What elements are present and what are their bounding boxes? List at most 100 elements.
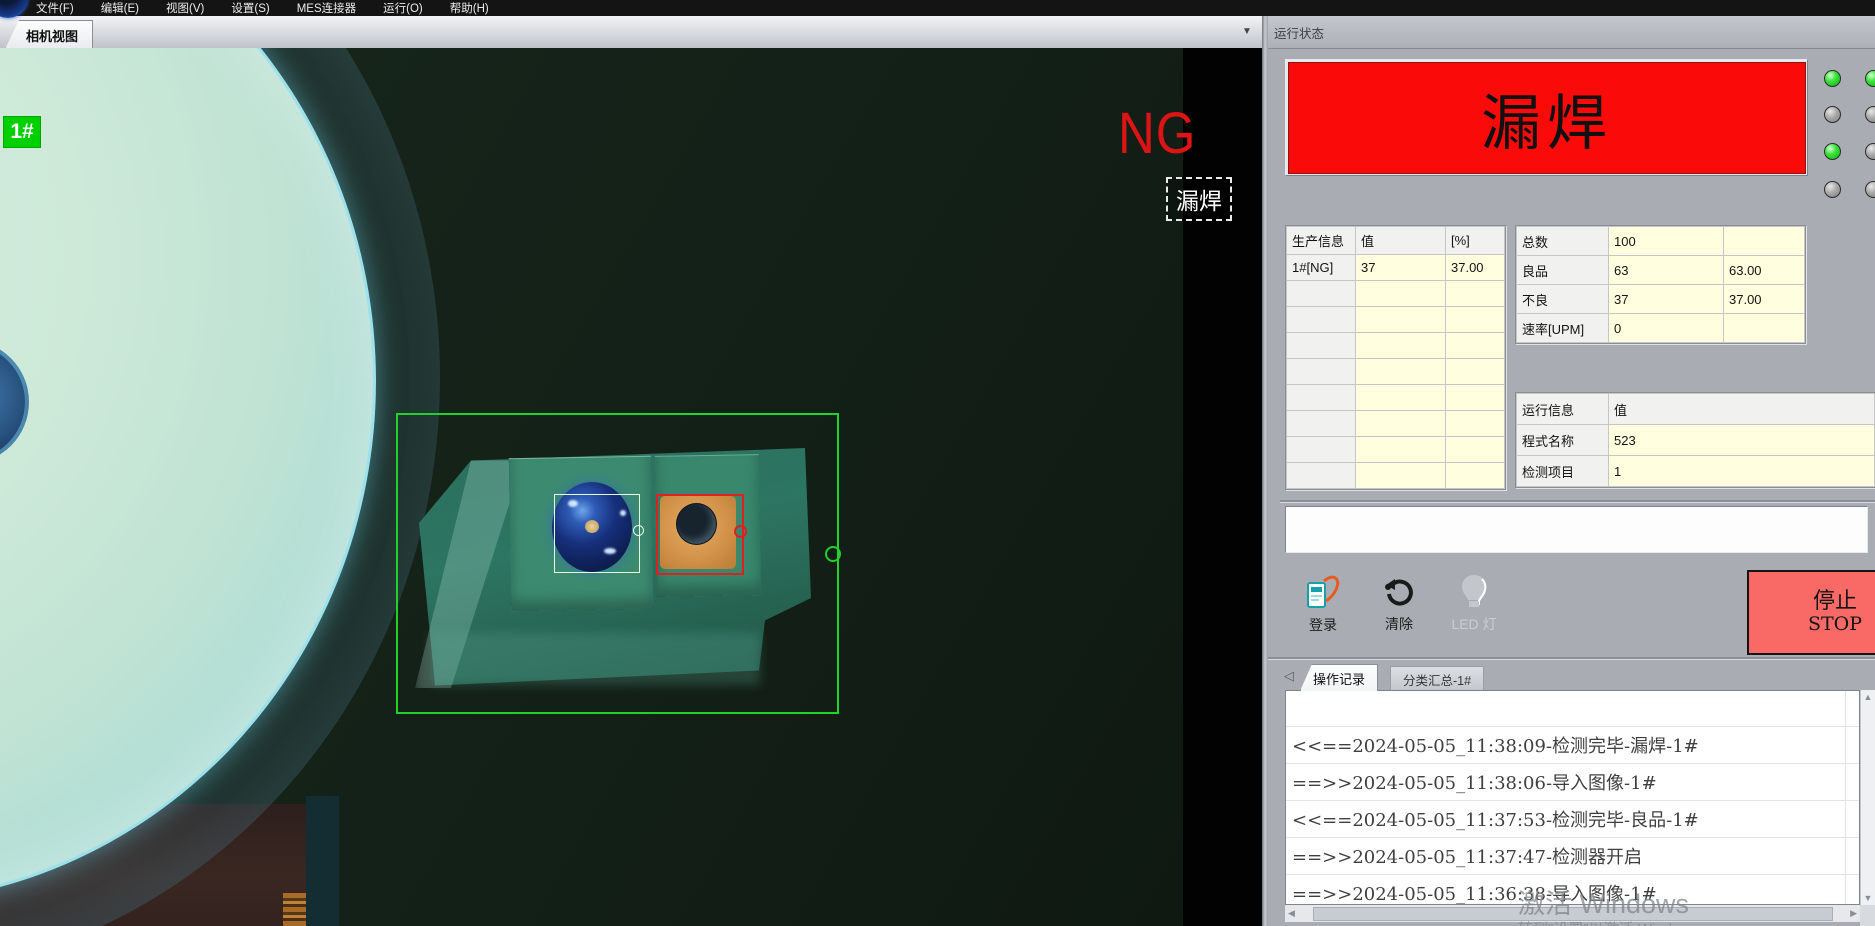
run-info-table: 运行信息 值 程式名称 523 检测项目 1 [1516, 393, 1875, 487]
run-info-header: 值 [1609, 394, 1875, 425]
led-indicator [1824, 181, 1841, 198]
stop-button-label-cn: 停止 [1813, 589, 1857, 614]
log-row[interactable]: <<==2024-05-05_11:38:09-检测完毕-漏焊-1# [1286, 727, 1859, 764]
scroll-down-icon[interactable]: ▼ [1864, 893, 1873, 903]
stats-table: 总数 100 良品 63 63.00 不良 37 37.00 速率[UPM] 0 [1516, 226, 1805, 343]
message-box[interactable] [1285, 506, 1868, 553]
led-indicator [1824, 106, 1841, 123]
log-vertical-scrollbar[interactable]: ▲ ▼ [1860, 690, 1875, 905]
roi-handle [825, 546, 841, 562]
stats-cell: 不良 [1517, 285, 1609, 314]
result-banner: 漏焊 [1288, 62, 1806, 174]
clear-button[interactable]: 清除 [1374, 578, 1424, 634]
result-text-ng: NG [1118, 100, 1196, 167]
scroll-up-icon[interactable]: ▲ [1864, 692, 1873, 702]
production-col-header: [%] [1446, 227, 1505, 255]
log-column-divider [1845, 691, 1846, 905]
stats-cell: 37 [1609, 285, 1724, 314]
id-badge-icon [1304, 575, 1342, 611]
camera-tab-strip: 相机视图 ▼ [0, 16, 1262, 49]
status-panel-title: 运行状态 [1274, 23, 1324, 42]
table-row: 1#[NG] 37 37.00 [1287, 255, 1505, 281]
windows-activation-watermark: 激活 Windows [1518, 882, 1689, 921]
divider [1268, 657, 1875, 660]
table-row: 检测项目 1 [1517, 456, 1875, 487]
led-light-button-label: LED 灯 [1451, 614, 1496, 634]
scrollbar-corner [1860, 905, 1875, 926]
clear-button-label: 清除 [1385, 614, 1413, 634]
menu-help[interactable]: 帮助(H) [450, 0, 489, 16]
led-bulb-icon [1460, 573, 1488, 610]
production-table: 生产信息 值 [%] 1#[NG] 37 37.00 [1286, 226, 1505, 489]
camera-feed: 1# NG 漏焊 [0, 48, 1262, 926]
led-indicator [1865, 70, 1875, 87]
status-panel-header: 运行状态 [1268, 16, 1875, 49]
stats-cell: 37.00 [1724, 285, 1805, 314]
camera-image-shadow-strip [306, 796, 339, 926]
log-row[interactable]: <<==2024-05-05_11:37:53-检测完毕-良品-1# [1286, 801, 1859, 838]
menu-file[interactable]: 文件(F) [36, 0, 74, 16]
menu-mes-connector[interactable]: MES连接器 [297, 0, 356, 16]
clear-refresh-icon [1383, 578, 1415, 610]
menu-edit[interactable]: 编辑(E) [101, 0, 139, 16]
result-banner-frame: 漏焊 [1285, 59, 1807, 175]
menu-view[interactable]: 视图(V) [166, 0, 204, 16]
production-cell: 1#[NG] [1287, 255, 1356, 281]
windows-activation-watermark-line2: 转到"设置"以激活 Windows。 [1518, 918, 1714, 926]
stats-cell: 100 [1609, 227, 1724, 256]
stats-cell: 63 [1609, 256, 1724, 285]
stats-cell: 速率[UPM] [1517, 314, 1609, 343]
table-row: 良品 63 63.00 [1517, 256, 1805, 285]
tab-camera-view-label: 相机视图 [26, 26, 78, 45]
tab-operation-log-label: 操作记录 [1313, 669, 1365, 688]
operation-log-list[interactable]: <<==2024-05-05_11:38:09-检测完毕-漏焊-1# ==>>2… [1285, 690, 1860, 905]
tab-operation-log[interactable]: 操作记录 [1300, 664, 1378, 691]
run-info-cell: 程式名称 [1517, 425, 1609, 456]
production-cell: 37 [1356, 255, 1446, 281]
stats-cell [1724, 314, 1805, 343]
defect-label-tag: 漏焊 [1166, 177, 1232, 221]
scroll-right-icon[interactable]: ▶ [1850, 908, 1857, 919]
camera-image-disc [0, 48, 376, 904]
stop-button-label-en: STOP [1808, 614, 1862, 636]
login-button-label: 登录 [1309, 615, 1337, 635]
roi-rectangle [396, 413, 839, 714]
log-row[interactable]: ==>>2024-05-05_11:38:06-导入图像-1# [1286, 764, 1859, 801]
camera-image-gold-cable [283, 893, 306, 926]
table-row: 总数 100 [1517, 227, 1805, 256]
log-row-empty [1286, 691, 1859, 727]
table-row: 速率[UPM] 0 [1517, 314, 1805, 343]
run-info-cell: 523 [1609, 425, 1875, 456]
app-window: 文件(F) 编辑(E) 视图(V) 设置(S) MES连接器 运行(O) 帮助(… [0, 0, 1875, 926]
menu-settings[interactable]: 设置(S) [231, 0, 269, 16]
table-row: 不良 37 37.00 [1517, 285, 1805, 314]
chevron-down-icon[interactable]: ▼ [1242, 26, 1252, 37]
run-info-header: 运行信息 [1517, 394, 1609, 425]
menu-run[interactable]: 运行(O) [383, 0, 423, 16]
tab-scroll-left-icon[interactable]: ◁ [1284, 668, 1294, 684]
stats-cell [1724, 227, 1805, 256]
production-col-header: 生产信息 [1287, 227, 1356, 255]
menu-bar: 文件(F) 编辑(E) 视图(V) 设置(S) MES连接器 运行(O) 帮助(… [0, 0, 1875, 16]
led-light-button[interactable]: LED 灯 [1442, 573, 1506, 634]
tab-classification-summary-label: 分类汇总-1# [1403, 670, 1471, 689]
login-button[interactable]: 登录 [1298, 575, 1348, 635]
divider [1280, 500, 1875, 503]
stats-cell: 良品 [1517, 256, 1609, 285]
run-info-cell: 检测项目 [1517, 456, 1609, 487]
table-row: 程式名称 523 [1517, 425, 1875, 456]
stop-button[interactable]: 停止 STOP [1747, 570, 1875, 655]
led-indicator [1865, 106, 1875, 123]
camera-id-badge: 1# [3, 116, 41, 148]
production-cell: 37.00 [1446, 255, 1505, 281]
tab-classification-summary[interactable]: 分类汇总-1# [1390, 666, 1484, 691]
led-indicator [1824, 143, 1841, 160]
pane-divider[interactable] [1262, 16, 1268, 926]
scroll-left-icon[interactable]: ◀ [1288, 908, 1295, 919]
log-row[interactable]: ==>>2024-05-05_11:37:47-检测器开启 [1286, 838, 1859, 875]
stats-cell: 0 [1609, 314, 1724, 343]
led-indicator [1865, 143, 1875, 160]
tab-camera-view[interactable]: 相机视图 [5, 20, 93, 49]
stats-cell: 63.00 [1724, 256, 1805, 285]
led-indicator [1824, 70, 1841, 87]
